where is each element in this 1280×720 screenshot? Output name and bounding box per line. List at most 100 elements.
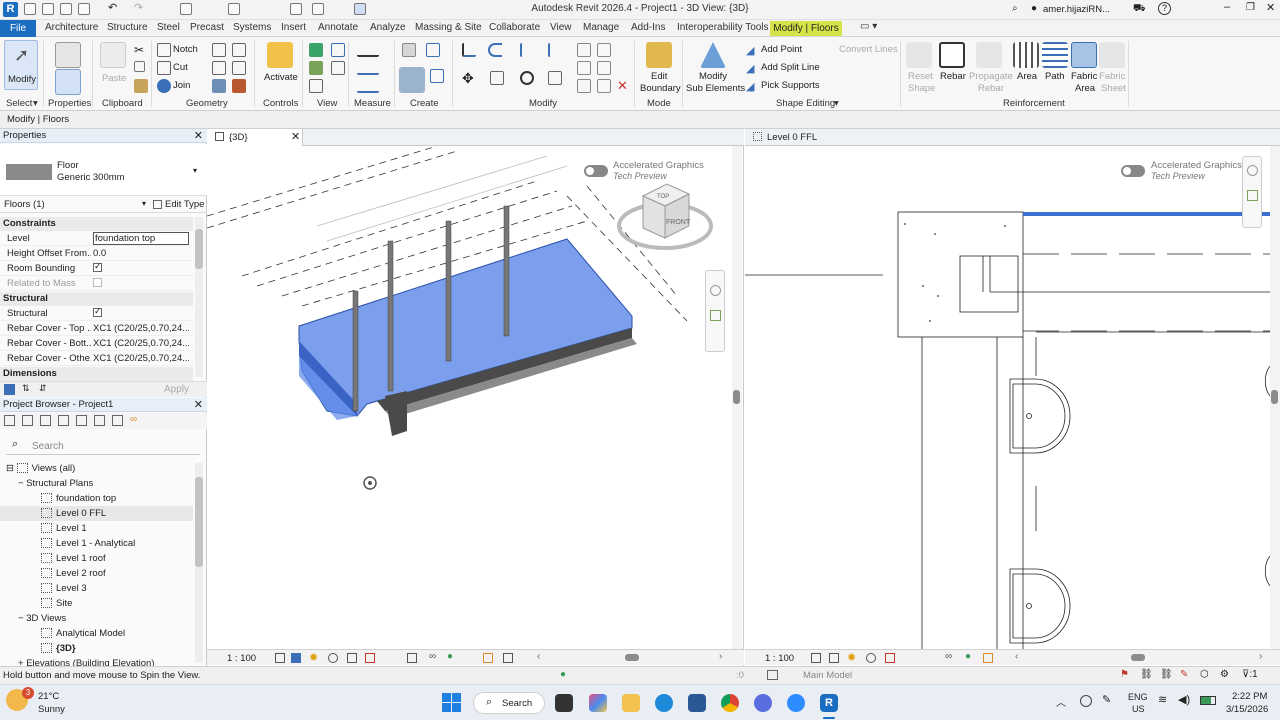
project-browser-close-icon[interactable]: ✕	[194, 398, 203, 411]
view-tool-3-icon[interactable]	[309, 61, 323, 75]
3d-views-node[interactable]: − 3D Views	[18, 613, 66, 624]
join-icon[interactable]	[157, 79, 171, 93]
notch-label[interactable]: Notch	[173, 44, 198, 55]
split-gap-icon[interactable]	[597, 43, 611, 57]
3d-scroll-left-icon[interactable]: ‹	[537, 651, 540, 662]
tab-level-0-ffl[interactable]: Level 0 FFL	[745, 129, 865, 146]
steering-wheel-icon[interactable]	[710, 285, 721, 296]
select-underlay-icon[interactable]: ⛓	[1160, 669, 1173, 680]
tree-item-level-1-roof[interactable]: Level 1 roof	[41, 553, 106, 564]
start-button[interactable]	[442, 693, 461, 712]
match-icon[interactable]	[134, 79, 148, 93]
tree-item-site[interactable]: Site	[41, 598, 72, 609]
volume-icon[interactable]: ◀)	[1178, 693, 1190, 706]
tab-insert[interactable]: Insert	[281, 22, 306, 33]
align-icon[interactable]	[462, 43, 476, 57]
elevations-node[interactable]: + Elevations (Building Elevation)	[18, 658, 155, 666]
select-dropdown-icon[interactable]: ▾	[33, 98, 38, 109]
tab-collaborate[interactable]: Collaborate	[489, 22, 540, 33]
browser-sheets-icon[interactable]	[40, 415, 51, 426]
tab-steel[interactable]: Steel	[157, 22, 180, 33]
apply-button[interactable]: Apply	[164, 384, 189, 395]
structural-checkbox[interactable]	[93, 308, 102, 317]
structural-category[interactable]: Structural	[0, 292, 193, 306]
tree-item-3d[interactable]: {3D}	[41, 643, 76, 654]
propagate-rebar-label-2[interactable]: Rebar	[978, 83, 1004, 94]
rebar-cover-other-row[interactable]: Rebar Cover - Othe... XC1 (C20/25,0.70,2…	[0, 351, 193, 366]
properties-close-icon[interactable]: ✕	[194, 129, 203, 142]
navigation-bar[interactable]	[705, 270, 725, 352]
user-name[interactable]: amer.hijaziRN...	[1043, 4, 1110, 15]
propagate-rebar-icon[interactable]	[976, 42, 1002, 68]
main-model-field[interactable]: Main Model	[803, 670, 852, 681]
reset-shape-label-2[interactable]: Shape	[908, 83, 935, 94]
height-offset-value[interactable]: 0.0	[93, 248, 189, 259]
fabric-area-label-1[interactable]: Fabric	[1071, 71, 1097, 82]
view-cube[interactable]: TOP FRONT	[617, 183, 713, 250]
plan-temporary-hide-icon[interactable]: ∞	[945, 651, 952, 662]
properties-view-icon[interactable]	[4, 384, 15, 395]
rendering-icon[interactable]	[347, 653, 357, 663]
rebar-cover-top-row[interactable]: Rebar Cover - Top ... XC1 (C20/25,0.70,2…	[0, 321, 193, 336]
tab-annotate[interactable]: Annotate	[318, 22, 358, 33]
clock-time[interactable]: 2:22 PM	[1232, 691, 1267, 702]
rebar-cover-top-value[interactable]: XC1 (C20/25,0.70,24...	[93, 323, 189, 334]
rebar-cover-bottom-row[interactable]: Rebar Cover - Bott... XC1 (C20/25,0.70,2…	[0, 336, 193, 351]
join-label[interactable]: Join	[173, 80, 190, 91]
path-rebar-icon[interactable]	[1042, 42, 1068, 68]
view-tool-4-icon[interactable]	[331, 61, 345, 75]
properties-scrollbar[interactable]	[195, 217, 203, 377]
plan-shadows-icon[interactable]	[866, 653, 876, 663]
edge-icon[interactable]	[655, 694, 673, 712]
measure-tool-1-icon[interactable]	[357, 43, 379, 57]
tree-item-level-0-ffl[interactable]: Level 0 FFL	[0, 506, 193, 521]
plan-visual-style-icon[interactable]	[829, 653, 839, 663]
add-split-line-label[interactable]: Add Split Line	[761, 62, 820, 73]
views-all-node[interactable]: ⊟ Views (all)	[6, 463, 75, 474]
fabric-area-label-2[interactable]: Area	[1075, 83, 1095, 94]
type-dropdown-icon[interactable]: ▾	[193, 166, 197, 175]
cut-icon[interactable]	[157, 61, 171, 75]
structural-plans-node[interactable]: − Structural Plans	[18, 478, 93, 489]
plan-navigation-bar[interactable]	[1242, 156, 1262, 228]
app-icon[interactable]	[754, 694, 772, 712]
related-mass-row[interactable]: Related to Mass	[0, 276, 193, 291]
plan-reveal-hidden-icon[interactable]: ●	[965, 651, 971, 662]
dimensions-category[interactable]: Dimensions	[0, 367, 193, 381]
tree-item-foundation-top[interactable]: foundation top	[41, 493, 116, 504]
mirror-draw-icon[interactable]	[548, 43, 562, 57]
browser-families-icon[interactable]	[76, 415, 87, 426]
wifi-icon[interactable]: ≋	[1158, 693, 1167, 706]
sun-path-icon[interactable]: ✹	[309, 651, 318, 664]
filter-icon[interactable]: ⊽:1	[1242, 669, 1258, 680]
filter-dropdown-icon[interactable]: ▾	[142, 199, 146, 208]
zoom-icon[interactable]	[787, 694, 805, 712]
editable-only-icon[interactable]: ⚑	[1120, 669, 1129, 680]
fabric-sheet-label-1[interactable]: Fabric	[1099, 71, 1125, 82]
plan-scroll-left-icon[interactable]: ‹	[1015, 651, 1018, 662]
scale-icon[interactable]	[597, 61, 611, 75]
pen-icon[interactable]: ✎	[1102, 693, 1111, 706]
tray-app-icon[interactable]	[1080, 695, 1092, 707]
type-properties-icon[interactable]	[55, 42, 81, 68]
browser-search-input[interactable]: Search	[32, 441, 64, 452]
area-rebar-icon[interactable]	[1013, 42, 1039, 68]
user-icon[interactable]: ●	[1031, 3, 1037, 14]
chrome-icon[interactable]	[721, 694, 739, 712]
structural-row[interactable]: Structural	[0, 306, 193, 321]
tree-item-analytical-model[interactable]: Analytical Model	[41, 628, 125, 639]
plan-detail-level-icon[interactable]	[811, 653, 821, 663]
tab-3d-view[interactable]: {3D} ✕	[207, 129, 303, 146]
tab-analyze[interactable]: Analyze	[370, 22, 406, 33]
select-panel-label[interactable]: Select	[6, 98, 32, 109]
level-field[interactable]: foundation top	[93, 232, 189, 245]
add-point-label[interactable]: Add Point	[761, 44, 802, 55]
design-options-icon[interactable]	[767, 670, 778, 680]
fabric-sheet-label-2[interactable]: Sheet	[1101, 83, 1126, 94]
selected-floor-edge[interactable]	[1023, 212, 1270, 216]
create-part-icon[interactable]	[399, 67, 425, 93]
tree-item-level-1-analytical[interactable]: Level 1 - Analytical	[41, 538, 135, 549]
3d-tab-close-icon[interactable]: ✕	[291, 130, 300, 143]
modify-tool-button[interactable]: ➚ Modify	[4, 40, 38, 90]
add-split-line-icon[interactable]: ◢	[746, 62, 760, 76]
